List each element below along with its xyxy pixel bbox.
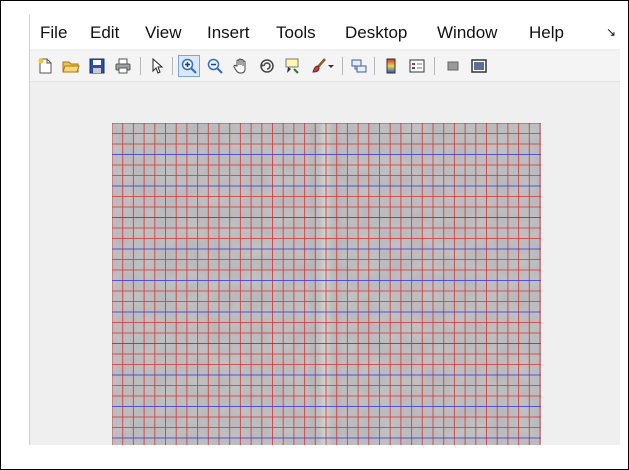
colorbar-icon[interactable]: [380, 55, 402, 77]
menu-view[interactable]: View: [145, 23, 182, 43]
zoom-out-icon[interactable]: [204, 55, 226, 77]
data-cursor-icon[interactable]: [282, 55, 304, 77]
menu-desktop[interactable]: Desktop: [345, 23, 407, 43]
toolbar-separator: [172, 57, 173, 75]
menu-overflow-icon[interactable]: ↘: [606, 25, 616, 39]
toolbar-separator: [374, 57, 375, 75]
legend-icon[interactable]: [406, 55, 428, 77]
new-figure-icon[interactable]: [34, 55, 56, 77]
pointer-icon[interactable]: [146, 55, 168, 77]
screenshot-frame: File Edit View Insert Tools Desktop Wind…: [0, 0, 629, 470]
brush-dropdown-icon[interactable]: [326, 55, 336, 77]
menu-insert[interactable]: Insert: [207, 23, 250, 43]
toolbar-separator: [342, 57, 343, 75]
print-icon[interactable]: [112, 55, 134, 77]
pan-hand-icon[interactable]: [230, 55, 252, 77]
menu-help[interactable]: Help: [529, 23, 564, 43]
menu-file[interactable]: File: [40, 23, 67, 43]
open-file-icon[interactable]: [60, 55, 82, 77]
grid-overlay-image[interactable]: [112, 123, 541, 445]
toolbar-separator: [140, 57, 141, 75]
zoom-in-icon[interactable]: [178, 55, 200, 77]
figure-canvas: [30, 82, 620, 445]
menu-bar: File Edit View Insert Tools Desktop Wind…: [30, 15, 620, 49]
save-icon[interactable]: [86, 55, 108, 77]
hide-plot-tools-icon[interactable]: [442, 55, 464, 77]
show-plot-tools-icon[interactable]: [468, 55, 490, 77]
figure-toolbar: [30, 51, 620, 82]
menu-window[interactable]: Window: [437, 23, 497, 43]
menu-tools[interactable]: Tools: [276, 23, 316, 43]
link-plot-icon[interactable]: [348, 55, 370, 77]
menu-edit[interactable]: Edit: [90, 23, 119, 43]
rotate-3d-icon[interactable]: [256, 55, 278, 77]
toolbar-separator: [434, 57, 435, 75]
figure-window: File Edit View Insert Tools Desktop Wind…: [29, 15, 620, 445]
texture-grid-plot: [112, 123, 541, 445]
